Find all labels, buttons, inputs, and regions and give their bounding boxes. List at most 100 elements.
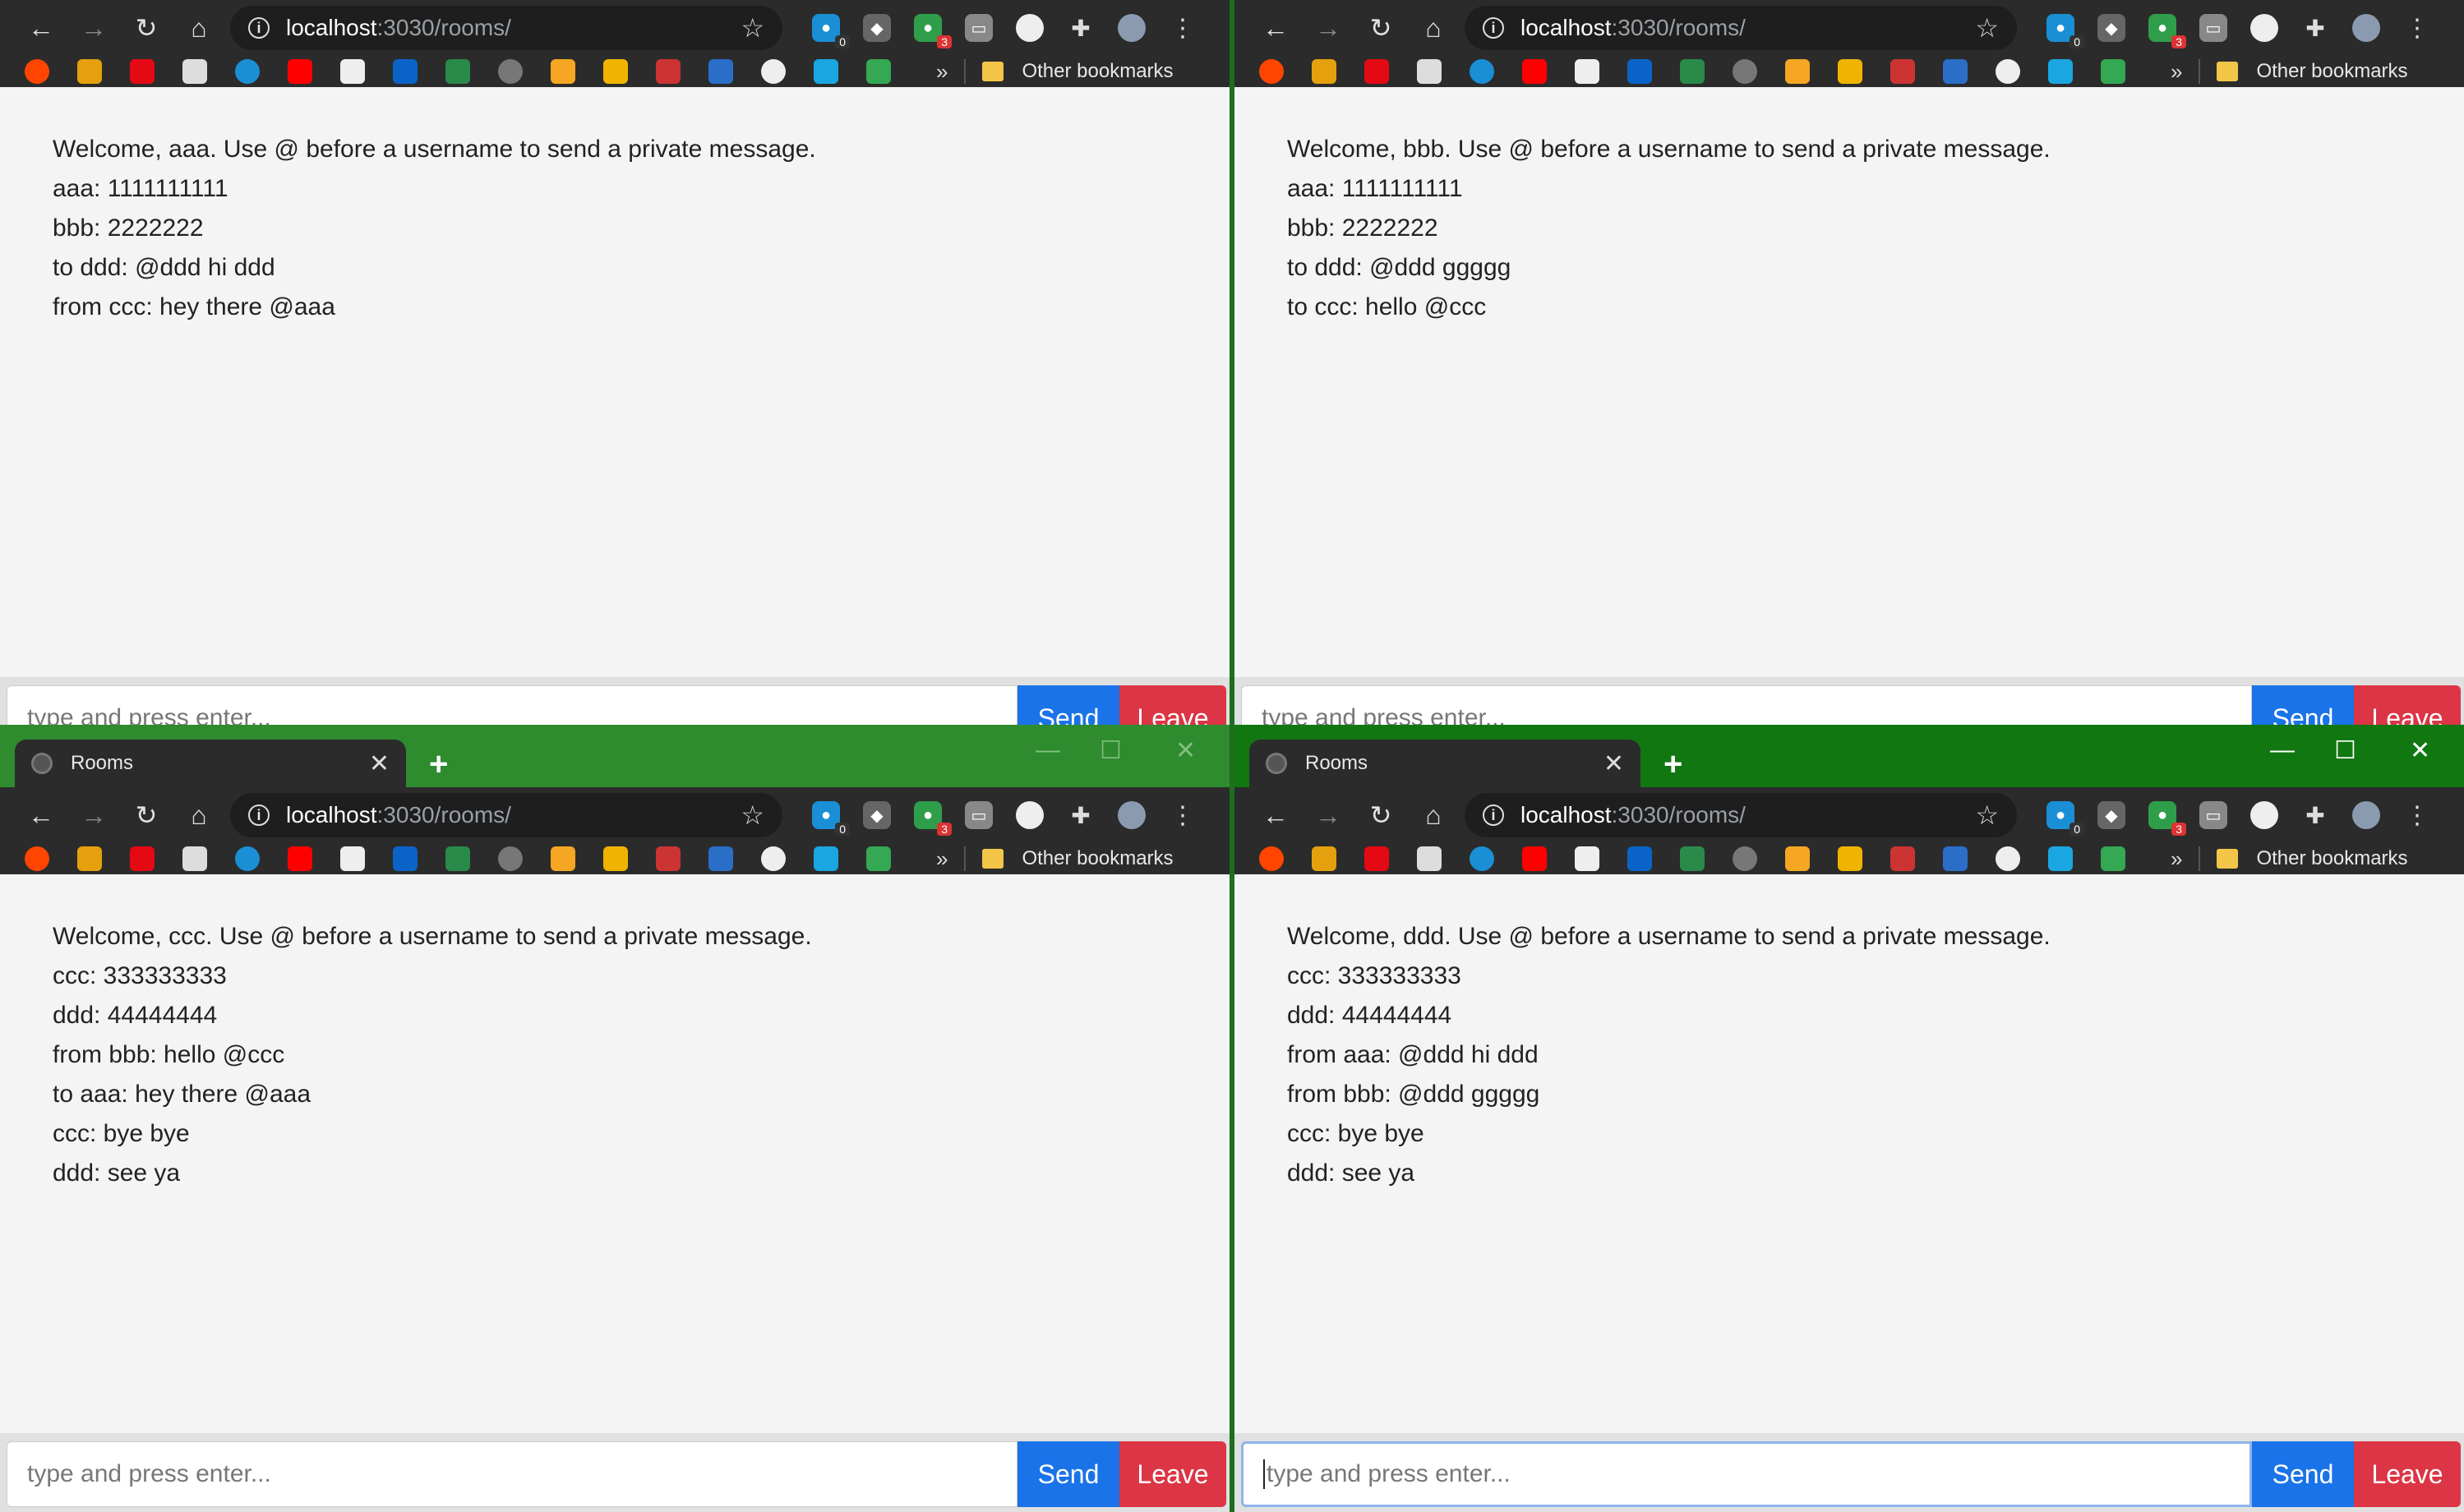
play-icon[interactable] xyxy=(1470,59,1494,84)
more-bookmarks-icon[interactable]: » xyxy=(936,59,948,85)
maximize-button[interactable]: ☐ xyxy=(2334,736,2356,765)
message-input[interactable]: type and press enter... xyxy=(7,1441,1017,1507)
home-icon[interactable]: ⌂ xyxy=(173,800,225,831)
info-icon[interactable]: i xyxy=(248,804,270,826)
play-icon[interactable] xyxy=(235,846,260,871)
pencil-icon[interactable] xyxy=(1838,846,1862,871)
extension-icon[interactable]: ● 3 xyxy=(914,14,952,48)
youtube-icon[interactable] xyxy=(1522,59,1547,84)
ublock-icon[interactable]: ◆ xyxy=(863,14,891,42)
extension-icon[interactable]: ● 0 xyxy=(2046,801,2084,836)
printer-icon[interactable]: ▭ xyxy=(965,14,993,42)
reload-icon[interactable]: ↻ xyxy=(1354,800,1407,831)
address-bar[interactable]: i localhost :3030/rooms/ ☆ xyxy=(230,793,782,837)
other-bookmarks[interactable]: Other bookmarks xyxy=(2256,60,2407,83)
gear-icon[interactable] xyxy=(1733,59,1757,84)
forward-icon[interactable]: → xyxy=(1302,800,1354,831)
extension-icon[interactable] xyxy=(445,846,470,871)
leave-button[interactable]: Leave xyxy=(1119,1441,1226,1507)
monitor-icon[interactable] xyxy=(182,846,207,871)
avatar[interactable] xyxy=(1118,14,1146,42)
plex-icon[interactable] xyxy=(1312,846,1336,871)
extension-icon[interactable]: ● 3 xyxy=(2148,801,2186,836)
other-bookmarks[interactable]: Other bookmarks xyxy=(1022,847,1173,870)
reddit-icon[interactable] xyxy=(25,846,49,871)
bookmark-icon[interactable] xyxy=(1890,846,1915,871)
extension-icon[interactable] xyxy=(1680,59,1705,84)
youtube-icon[interactable] xyxy=(288,59,312,84)
play-icon[interactable] xyxy=(1470,846,1494,871)
other-bookmarks[interactable]: Other bookmarks xyxy=(1022,60,1173,83)
puzzle-icon[interactable]: ✚ xyxy=(2301,14,2329,42)
outlook-icon[interactable] xyxy=(393,846,418,871)
lifebuoy-icon[interactable] xyxy=(1996,59,2020,84)
info-icon[interactable]: i xyxy=(1483,17,1504,39)
office-icon[interactable] xyxy=(1785,846,1810,871)
extension-icon[interactable]: ● 0 xyxy=(812,14,850,48)
extension-icon[interactable]: ● 3 xyxy=(914,801,952,836)
back-icon[interactable]: ← xyxy=(1249,800,1302,831)
more-bookmarks-icon[interactable]: » xyxy=(936,846,948,872)
back-icon[interactable]: ← xyxy=(15,800,67,831)
avatar[interactable] xyxy=(2352,801,2380,829)
netflix-icon[interactable] xyxy=(1364,59,1389,84)
gear-icon[interactable] xyxy=(1733,846,1757,871)
send-button[interactable]: Send xyxy=(2252,1441,2354,1507)
office-icon[interactable] xyxy=(1785,59,1810,84)
ublock-icon[interactable]: ◆ xyxy=(863,801,891,829)
document-icon[interactable] xyxy=(340,59,365,84)
netflix-icon[interactable] xyxy=(130,846,155,871)
close-window-button[interactable]: ✕ xyxy=(2410,736,2430,765)
youtube-icon[interactable] xyxy=(288,846,312,871)
forward-icon[interactable]: → xyxy=(67,800,120,831)
profile-circle-icon[interactable] xyxy=(2250,801,2278,829)
minimize-button[interactable]: — xyxy=(2270,736,2295,764)
info-icon[interactable]: i xyxy=(1483,804,1504,826)
bookmark-icon[interactable] xyxy=(656,59,681,84)
address-bar[interactable]: i localhost :3030/rooms/ ☆ xyxy=(1465,6,2017,50)
gbc-icon[interactable] xyxy=(708,59,733,84)
lifebuoy-icon[interactable] xyxy=(761,846,786,871)
reddit-icon[interactable] xyxy=(1259,846,1284,871)
photos-icon[interactable] xyxy=(2048,59,2073,84)
monitor-icon[interactable] xyxy=(182,59,207,84)
menu-icon[interactable]: ⋮ xyxy=(1169,14,1197,42)
menu-icon[interactable]: ⋮ xyxy=(2403,14,2431,42)
drive-icon[interactable] xyxy=(866,59,891,84)
close-window-button[interactable]: ✕ xyxy=(1175,736,1196,765)
photos-icon[interactable] xyxy=(814,846,838,871)
monitor-icon[interactable] xyxy=(1417,59,1442,84)
forward-icon[interactable]: → xyxy=(1302,13,1354,44)
leave-button[interactable]: Leave xyxy=(2354,1441,2461,1507)
bookmark-star-icon[interactable]: ☆ xyxy=(741,12,764,44)
plex-icon[interactable] xyxy=(1312,59,1336,84)
plex-icon[interactable] xyxy=(77,846,102,871)
bookmark-icon[interactable] xyxy=(1890,59,1915,84)
bookmark-star-icon[interactable]: ☆ xyxy=(1975,12,1999,44)
extension-icon[interactable] xyxy=(1680,846,1705,871)
new-tab-button[interactable]: + xyxy=(429,746,448,783)
drive-icon[interactable] xyxy=(2101,846,2125,871)
reddit-icon[interactable] xyxy=(1259,59,1284,84)
maximize-button[interactable]: ☐ xyxy=(1100,736,1122,765)
photos-icon[interactable] xyxy=(814,59,838,84)
play-icon[interactable] xyxy=(235,59,260,84)
bookmark-star-icon[interactable]: ☆ xyxy=(1975,800,1999,831)
bookmark-icon[interactable] xyxy=(656,846,681,871)
printer-icon[interactable]: ▭ xyxy=(2199,14,2227,42)
reddit-icon[interactable] xyxy=(25,59,49,84)
address-bar[interactable]: i localhost :3030/rooms/ ☆ xyxy=(230,6,782,50)
ublock-icon[interactable]: ◆ xyxy=(2097,14,2125,42)
address-bar[interactable]: i localhost :3030/rooms/ ☆ xyxy=(1465,793,2017,837)
more-bookmarks-icon[interactable]: » xyxy=(2171,59,2182,85)
info-icon[interactable]: i xyxy=(248,17,270,39)
avatar[interactable] xyxy=(1118,801,1146,829)
plex-icon[interactable] xyxy=(77,59,102,84)
puzzle-icon[interactable]: ✚ xyxy=(1067,14,1095,42)
gear-icon[interactable] xyxy=(498,59,523,84)
pencil-icon[interactable] xyxy=(603,59,628,84)
back-icon[interactable]: ← xyxy=(1249,13,1302,44)
outlook-icon[interactable] xyxy=(393,59,418,84)
lifebuoy-icon[interactable] xyxy=(1996,846,2020,871)
photos-icon[interactable] xyxy=(2048,846,2073,871)
